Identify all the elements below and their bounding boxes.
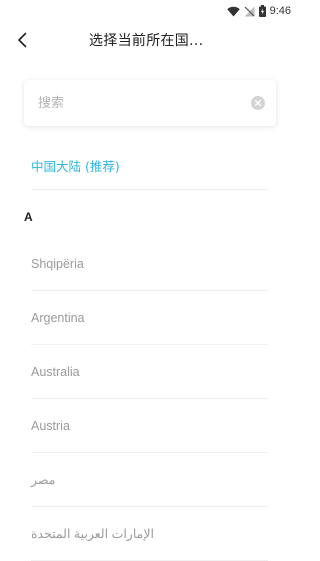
back-button[interactable] [10, 28, 34, 52]
signal-off-icon [244, 6, 255, 16]
country-item[interactable]: الإمارات العربية المتحدة [31, 507, 268, 561]
country-item[interactable]: Argentina [31, 291, 268, 345]
country-item[interactable]: Austria [31, 399, 268, 453]
clear-icon[interactable] [251, 96, 265, 110]
country-label: Australia [31, 364, 80, 379]
country-label: Shqipëria [31, 256, 84, 271]
battery-icon [258, 5, 266, 17]
status-icons: 9:46 [226, 4, 291, 18]
page-title: 选择当前所在国... [89, 33, 204, 49]
country-item[interactable]: مصر [31, 453, 268, 507]
wifi-icon [226, 6, 240, 16]
recommended-country[interactable]: 中国大陆 (推荐) [31, 141, 268, 190]
search-box [24, 80, 276, 126]
status-bar: 9:46 [0, 0, 300, 22]
country-label: Argentina [31, 310, 85, 325]
country-item[interactable]: Australia [31, 345, 268, 399]
section-header-a: A [24, 210, 33, 224]
navigation-bar: 选择当前所在国... [0, 24, 300, 56]
recommended-country-label: 中国大陆 (推荐) [31, 158, 120, 174]
country-item[interactable]: Shqipëria [31, 237, 268, 291]
chevron-left-icon [18, 32, 27, 48]
status-time: 9:46 [269, 5, 291, 17]
country-label: الإمارات العربية المتحدة [31, 527, 154, 541]
search-input[interactable] [38, 80, 243, 126]
country-label: مصر [31, 473, 56, 487]
country-list: Shqipëria Argentina Australia Austria مص… [31, 237, 268, 561]
country-label: Austria [31, 418, 70, 433]
